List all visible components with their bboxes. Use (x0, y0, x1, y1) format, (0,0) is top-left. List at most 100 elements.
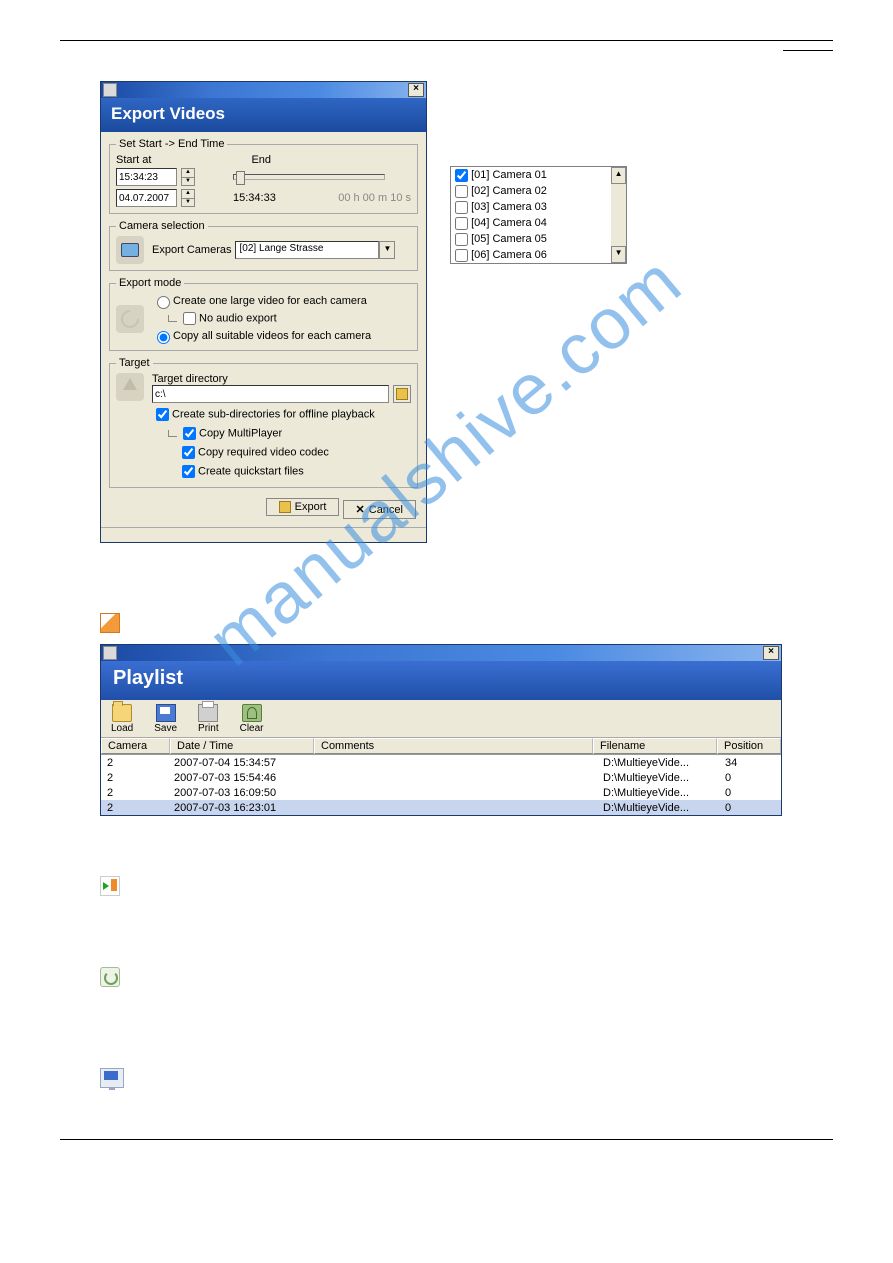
label-quickstart: Create quickstart files (198, 465, 304, 477)
fieldset-time: Set Start -> End Time Start at End ▲▼ ▲▼… (109, 138, 418, 214)
start-date-input[interactable] (116, 189, 177, 207)
end-time-slider[interactable] (233, 174, 385, 180)
camera-checkbox[interactable] (455, 233, 468, 246)
fieldset-target: Target Target directory Create sub-direc… (109, 357, 418, 488)
tool-label: Clear (240, 723, 264, 734)
camera-checklist[interactable]: [01] Camera 01 [02] Camera 02 [03] Camer… (450, 166, 627, 264)
cell-camera: 2 (101, 802, 168, 814)
folder-open-icon (112, 704, 132, 722)
browse-button[interactable] (393, 385, 411, 403)
camera-label: [04] Camera 04 (471, 217, 547, 229)
save-button[interactable]: Save (146, 702, 185, 737)
table-row[interactable]: 2 2007-07-04 15:34:57 D:\MultieyeVide...… (101, 755, 781, 770)
reel-icon (116, 305, 144, 333)
load-button[interactable]: Load (103, 702, 141, 737)
checkbox-quickstart[interactable] (182, 465, 195, 478)
camera-checkbox[interactable] (455, 217, 468, 230)
col-datetime[interactable]: Date / Time (170, 738, 314, 754)
header-rule (60, 40, 833, 41)
cell-position: 34 (719, 757, 781, 769)
camera-list-item[interactable]: [06] Camera 06 (451, 247, 611, 263)
end-time-readout: 15:34:33 (233, 192, 276, 204)
camera-label: [01] Camera 01 (471, 169, 547, 181)
dropdown-value: [02] Lange Strasse (235, 241, 379, 259)
export-cameras-dropdown[interactable]: [02] Lange Strasse ▼ (235, 241, 395, 259)
camera-checkbox[interactable] (455, 249, 468, 262)
scroll-down-icon[interactable]: ▼ (611, 246, 626, 263)
monitor-icon (100, 1068, 124, 1088)
camera-checkbox[interactable] (455, 201, 468, 214)
export-button[interactable]: Export (266, 498, 340, 516)
clear-button[interactable]: Clear (232, 702, 272, 737)
radio-one-large-video[interactable] (157, 296, 170, 309)
scroll-up-icon[interactable]: ▲ (611, 167, 626, 184)
exit-icon (100, 876, 120, 896)
cell-filename: D:\MultieyeVide... (597, 757, 719, 769)
cell-datetime: 2007-07-03 16:09:50 (168, 787, 310, 799)
playlist-header: Camera Date / Time Comments Filename Pos… (101, 738, 781, 755)
close-icon[interactable]: × (763, 646, 779, 660)
legend-camera: Camera selection (116, 220, 208, 232)
col-comments[interactable]: Comments (314, 738, 593, 754)
chevron-down-icon[interactable]: ▼ (379, 241, 395, 259)
table-row[interactable]: 2 2007-07-03 15:54:46 D:\MultieyeVide...… (101, 770, 781, 785)
radio-label-one-large: Create one large video for each camera (173, 295, 367, 307)
radio-copy-all[interactable] (157, 331, 170, 344)
camera-label: [03] Camera 03 (471, 201, 547, 213)
cell-filename: D:\MultieyeVide... (597, 787, 719, 799)
target-dir-input[interactable] (152, 385, 389, 403)
cell-position: 0 (719, 772, 781, 784)
checkbox-subdirs[interactable] (156, 408, 169, 421)
trash-icon (242, 704, 262, 722)
tool-label: Load (111, 723, 133, 734)
fieldset-mode: Export mode Create one large video for e… (109, 277, 418, 351)
cell-filename: D:\MultieyeVide... (597, 772, 719, 784)
window-titlebar[interactable]: × (101, 645, 781, 661)
print-button[interactable]: Print (190, 702, 227, 737)
export-videos-dialog: × Export Videos Set Start -> End Time St… (100, 81, 427, 543)
table-row[interactable]: 2 2007-07-03 16:09:50 D:\MultieyeVide...… (101, 785, 781, 800)
duration-readout: 00 h 00 m 10 s (338, 192, 411, 204)
app-icon (103, 646, 117, 660)
legend-target: Target (116, 357, 153, 369)
window-titlebar[interactable]: × (101, 82, 426, 98)
camera-list-item[interactable]: [04] Camera 04 (451, 215, 611, 231)
start-time-input[interactable] (116, 168, 177, 186)
camera-checkbox[interactable] (455, 169, 468, 182)
cell-position: 0 (719, 787, 781, 799)
close-icon[interactable]: × (408, 83, 424, 97)
col-camera[interactable]: Camera (101, 738, 170, 754)
camera-list-item[interactable]: [01] Camera 01 (451, 167, 611, 183)
folder-icon (396, 388, 408, 400)
scrollbar-track[interactable] (611, 184, 626, 246)
cell-camera: 2 (101, 757, 168, 769)
col-position[interactable]: Position (717, 738, 781, 754)
start-label: Start at (116, 154, 151, 166)
cell-datetime: 2007-07-04 15:34:57 (168, 757, 310, 769)
dialog-title: Export Videos (101, 98, 426, 132)
checkbox-multiplayer[interactable] (183, 427, 196, 440)
cell-datetime: 2007-07-03 16:23:01 (168, 802, 310, 814)
recycle-icon (100, 967, 120, 987)
cell-filename: D:\MultieyeVide... (597, 802, 719, 814)
playlist-toolbar: Load Save Print Clear (101, 700, 781, 738)
col-filename[interactable]: Filename (593, 738, 717, 754)
export-button-label: Export (295, 501, 327, 513)
label-multiplayer: Copy MultiPlayer (199, 427, 282, 439)
no-audio-label: No audio export (199, 312, 277, 324)
camera-list-item[interactable]: [05] Camera 05 (451, 231, 611, 247)
camera-label: [02] Camera 02 (471, 185, 547, 197)
time-spinner[interactable]: ▲▼ (181, 168, 195, 186)
cancel-icon: ✕ (356, 503, 365, 516)
table-row[interactable]: 2 2007-07-03 16:23:01 D:\MultieyeVide...… (101, 800, 781, 815)
checkbox-no-audio[interactable] (183, 312, 196, 325)
cell-position: 0 (719, 802, 781, 814)
camera-list-item[interactable]: [03] Camera 03 (451, 199, 611, 215)
camera-checkbox[interactable] (455, 185, 468, 198)
date-spinner[interactable]: ▲▼ (181, 189, 195, 207)
camera-list-item[interactable]: [02] Camera 02 (451, 183, 611, 199)
camera-label: [05] Camera 05 (471, 233, 547, 245)
checkbox-codec[interactable] (182, 446, 195, 459)
end-label: End (251, 154, 271, 166)
cancel-button[interactable]: ✕Cancel (343, 500, 416, 519)
